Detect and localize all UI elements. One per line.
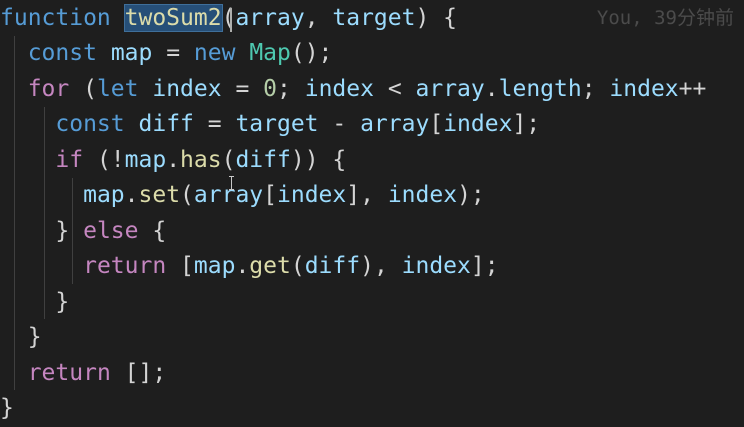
mouse-ibeam-cursor-icon	[229, 176, 235, 190]
code-line-1[interactable]: function twoSum2(array, target) {	[0, 0, 457, 36]
code-line-4[interactable]: const diff = target - array[index];	[0, 106, 540, 142]
code-line-11[interactable]: return [];	[0, 355, 166, 391]
code-line-10[interactable]: }	[0, 319, 42, 355]
code-line-7[interactable]: } else {	[0, 213, 166, 249]
code-line-8[interactable]: return [map.get(diff), index];	[0, 248, 499, 284]
code-line-5[interactable]: if (!map.has(diff)) {	[0, 142, 346, 178]
code-line-3[interactable]: for (let index = 0; index < array.length…	[0, 71, 707, 107]
code-editor[interactable]: function twoSum2(array, target) { You, 3…	[0, 0, 744, 427]
code-line-2[interactable]: const map = new Map();	[0, 35, 333, 71]
code-line-6[interactable]: map.set(array[index], index);	[0, 177, 485, 213]
text-cursor	[230, 8, 232, 32]
code-line-9[interactable]: }	[0, 284, 69, 320]
code-line-12[interactable]: }	[0, 390, 14, 426]
git-blame-annotation: You, 39分钟前	[596, 7, 734, 29]
